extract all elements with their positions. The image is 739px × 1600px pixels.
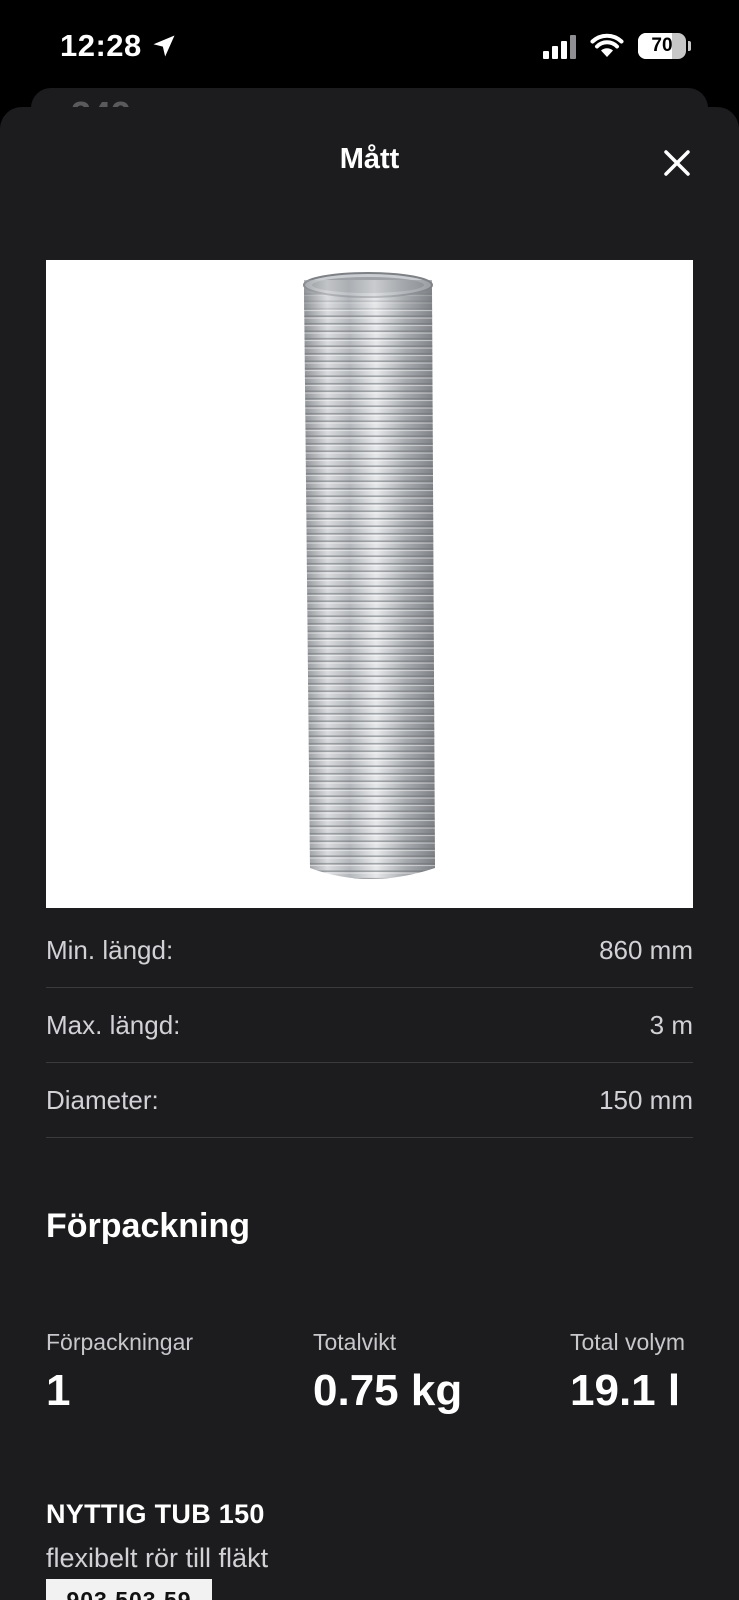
- spec-list: Min. längd: 860 mm Max. längd: 3 m Diame…: [46, 913, 693, 1138]
- battery-icon: 70: [638, 33, 686, 59]
- packaging-stats: Förpackningar 1 Totalvikt 0.75 kg Total …: [46, 1329, 693, 1439]
- spec-value: 150 mm: [599, 1084, 693, 1115]
- battery-level: 70: [651, 35, 673, 56]
- stat-label: Totalvikt: [313, 1329, 397, 1355]
- flexible-duct-illustration: [303, 272, 435, 879]
- spec-label: Diameter:: [46, 1084, 159, 1115]
- status-bar: 12:28 70: [0, 0, 739, 96]
- product-image: [46, 260, 693, 908]
- stat-label: Förpackningar: [46, 1329, 194, 1355]
- stat-total-weight: Totalvikt 0.75 kg: [313, 1329, 462, 1416]
- product-description: flexibelt rör till fläkt: [46, 1543, 269, 1573]
- article-number-badge: 903.503.59: [46, 1579, 212, 1600]
- spec-label: Max. längd:: [46, 1009, 181, 1040]
- product-name: NYTTIG TUB 150: [46, 1499, 265, 1529]
- spec-label: Min. längd:: [46, 934, 174, 965]
- spec-value: 3 m: [649, 1009, 693, 1040]
- location-arrow-icon: [153, 35, 175, 57]
- spec-row-max-length: Max. längd: 3 m: [46, 988, 693, 1063]
- cellular-signal-icon: [543, 33, 576, 59]
- stat-label: Total volym: [570, 1329, 686, 1355]
- packaging-title: Förpackning: [46, 1207, 251, 1245]
- sheet-title: Mått: [339, 143, 400, 175]
- dimensions-sheet: Mått Min. längd: 860 mm Max. längd: 3 m …: [0, 107, 739, 1600]
- wifi-icon: [590, 33, 624, 57]
- stat-value: 19.1 l: [570, 1366, 681, 1415]
- status-time: 12:28: [60, 28, 142, 63]
- spec-value: 860 mm: [599, 934, 693, 965]
- close-icon[interactable]: [659, 145, 695, 181]
- battery-tip: [688, 41, 691, 51]
- stat-value: 0.75 kg: [313, 1366, 463, 1415]
- spec-row-min-length: Min. längd: 860 mm: [46, 913, 693, 988]
- status-indicators: 70: [543, 33, 691, 59]
- stat-value: 1: [46, 1366, 71, 1415]
- stat-packages: Förpackningar 1: [46, 1329, 193, 1416]
- status-time-group: 12:28: [60, 28, 178, 64]
- stat-total-volume: Total volym 19.1 l: [570, 1329, 685, 1416]
- spec-row-diameter: Diameter: 150 mm: [46, 1063, 693, 1138]
